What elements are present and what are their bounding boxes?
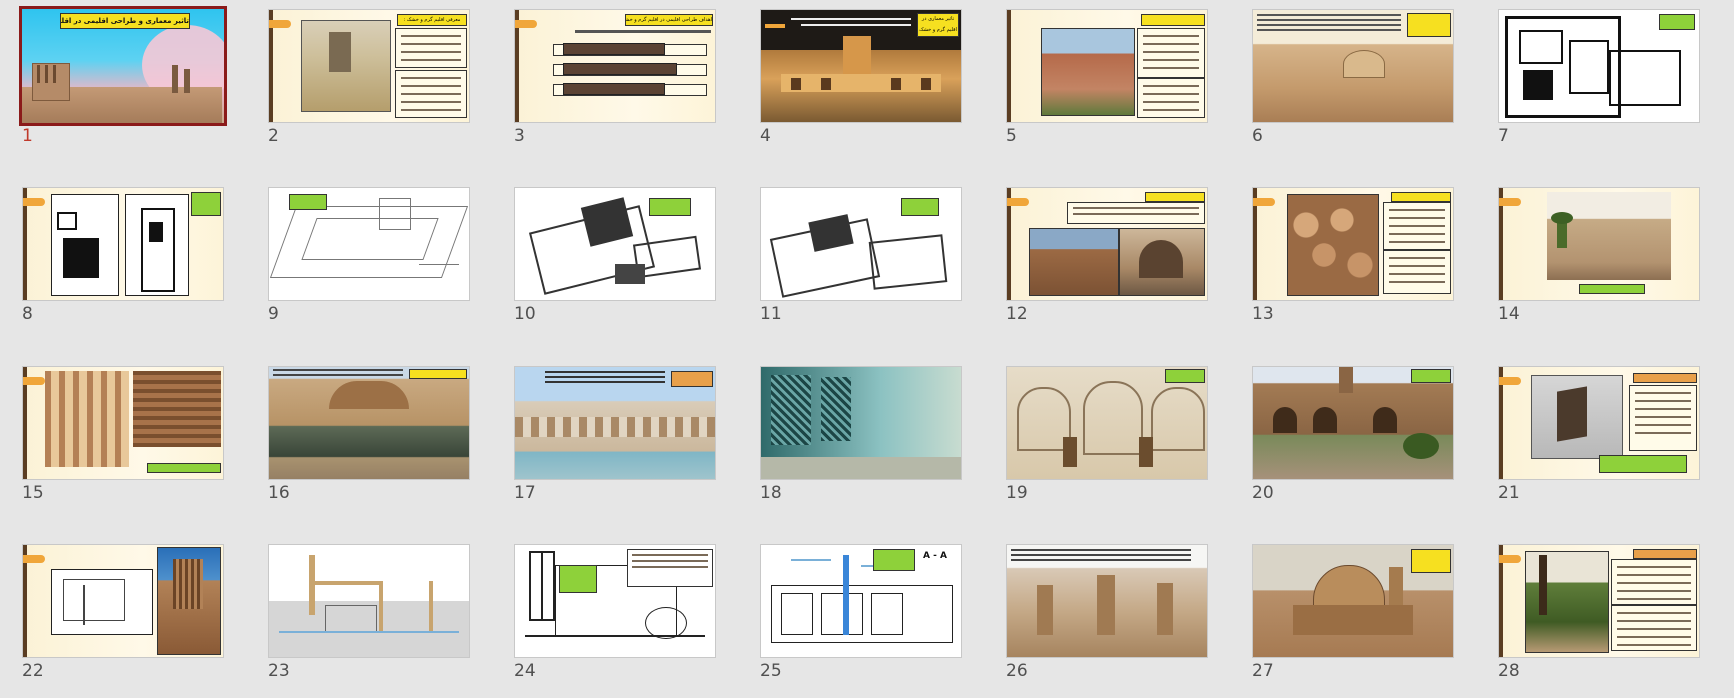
slide-thumbnail[interactable]: 18 [760,366,962,503]
slide-thumbnail[interactable]: 27 [1252,544,1454,681]
section-label: A - A [923,551,947,561]
slide-number: 11 [760,304,782,324]
slide-number: 18 [760,483,782,503]
slide-preview [22,187,224,301]
slide-preview [22,544,224,658]
slide-preview [1006,366,1208,480]
slide-thumbnail[interactable]: تاثیر معماری در اقلیم گرم و خشک : 4 [760,9,962,146]
slide-thumbnail[interactable]: 10 [514,187,716,324]
slide-preview [514,187,716,301]
slide-thumbnail[interactable]: 9 [268,187,470,324]
slide-preview [1498,366,1700,480]
slide-number: 6 [1252,126,1263,146]
slide-preview [760,187,962,301]
slide-preview [22,366,224,480]
slide-preview [760,366,962,480]
slide-number: 4 [760,126,771,146]
slide-number: 8 [22,304,33,324]
slide-thumbnail[interactable]: 7 [1498,9,1700,146]
slide-number: 10 [514,304,536,324]
slide-thumbnail[interactable]: معرفی اقلیم گرم و خشک : 2 [268,9,470,146]
slide-thumbnail[interactable]: 19 [1006,366,1208,503]
slide-number: 24 [514,661,536,681]
slide-thumbnail[interactable]: 6 [1252,9,1454,146]
slide-number: 3 [514,126,525,146]
slide-thumbnail[interactable]: 26 [1006,544,1208,681]
slide-number: 15 [22,483,44,503]
slide-thumbnail[interactable]: 28 [1498,544,1700,681]
slide-preview [1006,187,1208,301]
slide-number: 28 [1498,661,1520,681]
slide-number: 13 [1252,304,1274,324]
slide-preview [268,544,470,658]
slide-thumbnail[interactable]: 17 [514,366,716,503]
slide-thumbnail[interactable]: 22 [22,544,224,681]
slide-preview: معرفی اقلیم گرم و خشک : [268,9,470,123]
slide-number: 17 [514,483,536,503]
slide-preview [1252,544,1454,658]
slide-heading: معرفی اقلیم گرم و خشک : [397,14,467,26]
slide-preview: A - A [760,544,962,658]
slide-number: 16 [268,483,290,503]
slide-number: 26 [1006,661,1028,681]
slide-heading: تاثیر معماری در اقلیم گرم و خشک : [917,13,959,37]
slide-number: 14 [1498,304,1520,324]
slide-thumbnail[interactable]: 24 [514,544,716,681]
slide-preview [1252,9,1454,123]
slide-number: 19 [1006,483,1028,503]
slide-thumbnail[interactable]: 20 [1252,366,1454,503]
slide-thumbnail[interactable]: 5 [1006,9,1208,146]
slide-thumbnail[interactable]: 21 [1498,366,1700,503]
slide-number: 21 [1498,483,1520,503]
slide-number: 22 [22,661,44,681]
slide-preview: تاثیر معماری و طراحی اقلیمی در اقلیم گرم… [19,6,227,126]
slide-thumbnail[interactable]: 12 [1006,187,1208,324]
slide-sorter-grid: تاثیر معماری و طراحی اقلیمی در اقلیم گرم… [0,0,1734,698]
slide-thumbnail[interactable]: 8 [22,187,224,324]
slide-number: 9 [268,304,279,324]
slide-thumbnail[interactable]: 11 [760,187,962,324]
slide-preview [1252,366,1454,480]
slide-preview [1498,544,1700,658]
slide-preview [1498,9,1700,123]
slide-thumbnail[interactable]: اهداف طراحی اقلیمی در اقلیم گرم و خشک : … [514,9,716,146]
slide-preview: تاثیر معماری در اقلیم گرم و خشک : [760,9,962,123]
slide-heading: اهداف طراحی اقلیمی در اقلیم گرم و خشک : [625,14,713,26]
slide-number: 2 [268,126,279,146]
slide-title: تاثیر معماری و طراحی اقلیمی در اقلیم گرم… [60,13,190,29]
slide-thumbnail[interactable]: 15 [22,366,224,503]
slide-number: 27 [1252,661,1274,681]
slide-thumbnail[interactable]: 14 [1498,187,1700,324]
slide-preview [1006,544,1208,658]
slide-number: 23 [268,661,290,681]
slide-thumbnail[interactable]: 13 [1252,187,1454,324]
slide-number: 7 [1498,126,1509,146]
slide-preview [1498,187,1700,301]
slide-thumbnail[interactable]: 23 [268,544,470,681]
slide-preview [268,187,470,301]
slide-number: 12 [1006,304,1028,324]
slide-thumbnail[interactable]: تاثیر معماری و طراحی اقلیمی در اقلیم گرم… [19,6,227,146]
slide-preview [1006,9,1208,123]
slide-preview [268,366,470,480]
slide-number: 5 [1006,126,1017,146]
slide-preview [1252,187,1454,301]
slide-number: 20 [1252,483,1274,503]
slide-thumbnail[interactable]: A - A 25 [760,544,962,681]
slide-preview: اهداف طراحی اقلیمی در اقلیم گرم و خشک : [514,9,716,123]
slide-thumbnail[interactable]: 16 [268,366,470,503]
slide-number: 1 [22,126,33,146]
slide-preview [514,544,716,658]
slide-preview [514,366,716,480]
slide-number: 25 [760,661,782,681]
